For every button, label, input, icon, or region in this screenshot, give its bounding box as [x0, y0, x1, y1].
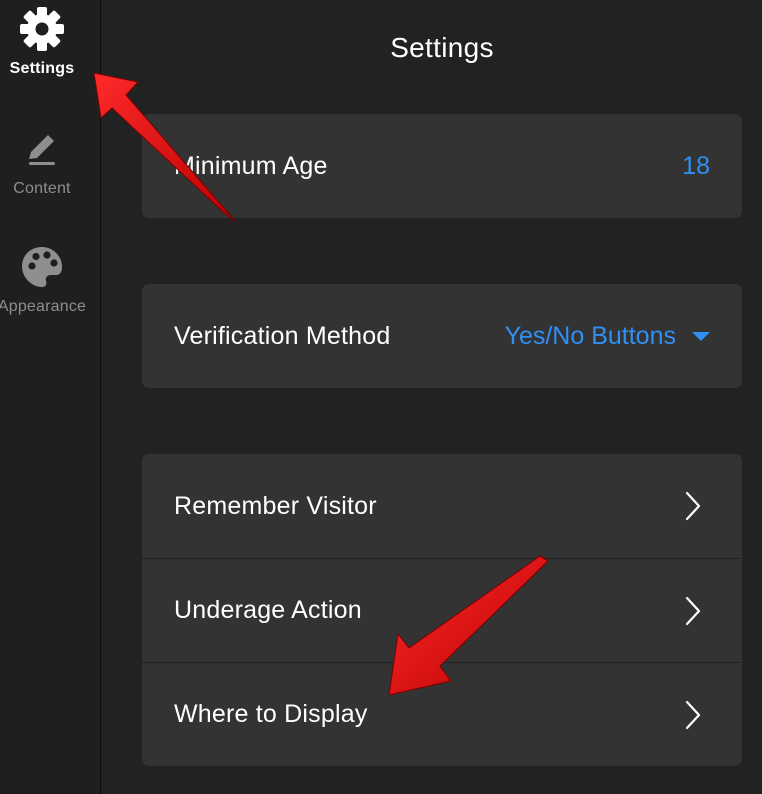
- pen-icon: [19, 126, 65, 172]
- sidebar-item-settings[interactable]: Settings: [0, 6, 84, 78]
- caret-down-icon: [692, 331, 710, 341]
- verification-method-card: Verification Method Yes/No Buttons: [142, 284, 742, 388]
- minimum-age-value[interactable]: 18: [682, 152, 710, 181]
- minimum-age-card: Minimum Age 18: [142, 114, 742, 218]
- options-card: Remember Visitor Underage Action Where t…: [142, 454, 742, 766]
- where-to-display-row[interactable]: Where to Display: [142, 662, 742, 766]
- gear-icon: [19, 6, 65, 52]
- sidebar-item-appearance[interactable]: Appearance: [0, 244, 87, 316]
- sidebar-item-label: Content: [13, 180, 71, 197]
- main-panel: Settings Minimum Age 18 Verification Met…: [102, 0, 762, 794]
- chevron-right-icon: [684, 491, 702, 521]
- verification-method-label: Verification Method: [174, 321, 391, 350]
- sidebar-item-content[interactable]: Content: [0, 126, 84, 198]
- sidebar-item-label: Appearance: [0, 298, 87, 315]
- remember-visitor-label: Remember Visitor: [174, 491, 377, 520]
- verification-method-dropdown[interactable]: Yes/No Buttons: [505, 322, 710, 351]
- minimum-age-label: Minimum Age: [174, 151, 328, 180]
- minimum-age-row[interactable]: Minimum Age 18: [142, 114, 742, 218]
- chevron-right-icon: [684, 700, 702, 730]
- sidebar: Settings Content Appearance: [0, 0, 101, 794]
- palette-icon: [19, 244, 65, 290]
- verification-method-value: Yes/No Buttons: [504, 321, 676, 350]
- verification-method-row[interactable]: Verification Method Yes/No Buttons: [142, 284, 742, 388]
- chevron-right-icon: [684, 596, 702, 626]
- sidebar-item-label: Settings: [9, 60, 75, 77]
- underage-action-label: Underage Action: [174, 596, 362, 624]
- remember-visitor-row[interactable]: Remember Visitor: [142, 454, 742, 558]
- underage-action-row[interactable]: Underage Action: [142, 558, 742, 662]
- page-title: Settings: [390, 32, 494, 63]
- where-to-display-label: Where to Display: [174, 700, 368, 728]
